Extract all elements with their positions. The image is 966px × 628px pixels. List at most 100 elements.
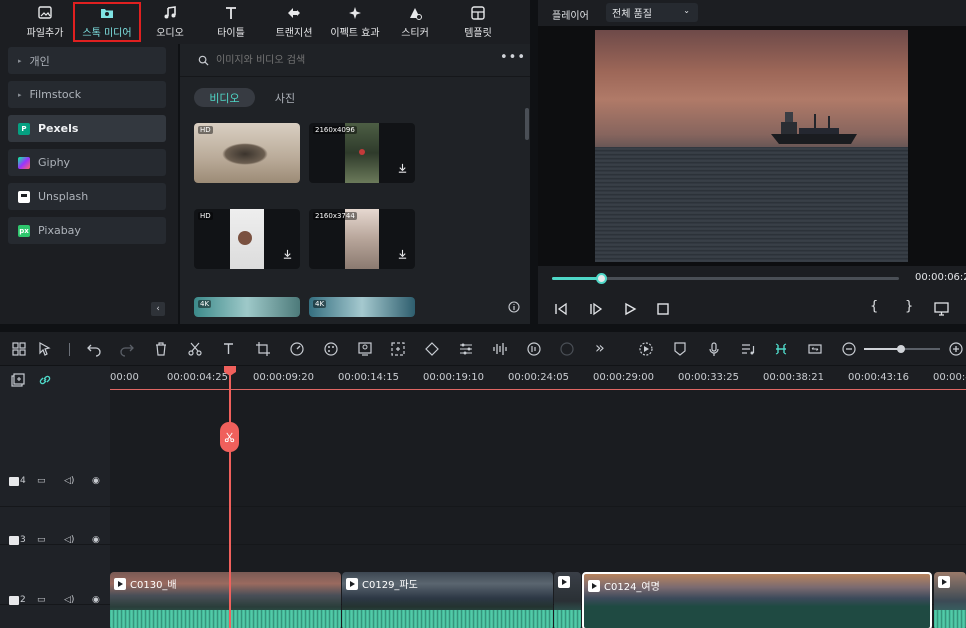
download-icon[interactable] <box>397 249 408 260</box>
stop-icon[interactable] <box>656 302 670 316</box>
step-back-icon[interactable] <box>554 302 568 316</box>
timeline-clip[interactable]: C0129_파도 <box>342 572 553 628</box>
ship-silhouette-icon <box>771 112 857 144</box>
adjust-sliders-icon[interactable] <box>458 341 474 357</box>
thumbnail-shell-shape <box>222 143 268 165</box>
tab-video[interactable]: 비디오 <box>194 88 255 107</box>
zoom-slider-track[interactable] <box>864 345 940 353</box>
toolbar-import-button[interactable]: 파일추가 <box>20 2 70 42</box>
collapse-sidebar-button[interactable]: ‹ <box>151 302 165 316</box>
eye-icon[interactable]: ◉ <box>92 535 100 545</box>
playhead-line[interactable] <box>229 370 231 628</box>
music-list-icon[interactable] <box>740 341 756 357</box>
crop-icon[interactable] <box>255 341 271 357</box>
ruler-label: 00:00:38:21 <box>763 372 825 383</box>
link-icon[interactable] <box>38 373 52 387</box>
media-thumbnail[interactable]: HD <box>194 209 300 269</box>
audio-sync-icon[interactable] <box>526 341 542 357</box>
sidebar-item-label: Pixabay <box>38 224 81 237</box>
folder-icon[interactable]: ▭ <box>37 476 46 486</box>
toolbar-transition-button[interactable]: 트랜지션 <box>266 2 322 42</box>
audio-waveform-icon[interactable] <box>492 341 508 357</box>
eye-icon[interactable]: ◉ <box>92 476 100 486</box>
more-options-button[interactable]: ••• <box>500 50 526 65</box>
folder-icon[interactable]: ▭ <box>37 595 46 605</box>
speaker-icon[interactable]: ◁) <box>64 476 74 486</box>
toolbar-effects-button[interactable]: 이펙트 효과 <box>324 2 386 42</box>
media-thumbnail[interactable]: 2160x4096 <box>309 123 415 183</box>
magnet-snap-icon[interactable] <box>773 341 789 357</box>
sidebar-item-personal[interactable]: ▸ 개인 <box>8 47 166 74</box>
media-thumbnail[interactable]: 4K <box>194 297 300 317</box>
ruler-label: 00:00:24:05 <box>508 372 570 383</box>
video-track-label: 2 <box>9 595 26 605</box>
add-track-icon[interactable] <box>11 373 25 387</box>
speaker-icon[interactable]: ◁) <box>64 535 74 545</box>
playhead-split-button[interactable] <box>220 422 239 452</box>
zoom-slider-knob[interactable] <box>897 345 905 353</box>
toolbar-title-button[interactable]: 타이틀 <box>206 2 256 42</box>
toolbar-template-button[interactable]: 템플릿 <box>454 2 502 42</box>
delete-icon[interactable] <box>153 341 169 357</box>
mark-in-icon[interactable]: { <box>870 299 878 314</box>
sidebar-item-pixabay[interactable]: px Pixabay <box>8 217 166 244</box>
info-icon[interactable] <box>508 301 520 313</box>
media-search-input[interactable] <box>216 51 486 69</box>
step-forward-icon[interactable] <box>589 302 603 316</box>
timeline-clip[interactable] <box>934 572 966 628</box>
more-tools-icon[interactable]: » <box>595 338 611 357</box>
ai-portrait-icon[interactable] <box>357 341 373 357</box>
download-icon[interactable] <box>397 163 408 174</box>
color-palette-icon[interactable] <box>323 341 339 357</box>
speed-icon[interactable] <box>289 341 305 357</box>
quality-select[interactable]: 전체 품질 ⌄ <box>606 3 698 22</box>
sidebar-item-unsplash[interactable]: Unsplash <box>8 183 166 210</box>
eye-icon[interactable]: ◉ <box>92 595 100 605</box>
playback-scrubber[interactable] <box>595 273 607 284</box>
sidebar-item-pexels[interactable]: P Pexels <box>8 115 166 142</box>
caret-right-icon: ▸ <box>18 90 22 99</box>
mark-out-icon[interactable]: } <box>905 299 913 314</box>
layout-grid-icon[interactable] <box>11 341 27 357</box>
undo-icon[interactable] <box>86 341 102 357</box>
sidebar-item-label: Unsplash <box>38 190 89 203</box>
zoom-in-icon[interactable] <box>948 341 964 357</box>
timeline-clip-selected[interactable]: C0124_여명 <box>582 572 932 628</box>
toolbar-audio-button[interactable]: 오디오 <box>148 2 192 42</box>
media-scrollbar[interactable] <box>525 108 529 140</box>
toolbar-template-label: 템플릿 <box>464 28 492 39</box>
select-cursor-icon[interactable] <box>37 341 53 357</box>
microphone-icon[interactable] <box>706 341 722 357</box>
display-settings-icon[interactable] <box>934 302 949 316</box>
media-thumbnail[interactable]: HD <box>194 123 300 183</box>
sidebar-item-filmstock[interactable]: ▸ Filmstock <box>8 81 166 108</box>
timeline-clip[interactable]: C0130_배 <box>110 572 341 628</box>
fit-timeline-icon[interactable] <box>807 341 823 357</box>
text-icon[interactable] <box>221 341 237 357</box>
video-frame <box>595 30 908 262</box>
media-thumbnail[interactable]: 2160x3744 <box>309 209 415 269</box>
auto-reframe-icon[interactable] <box>390 341 406 357</box>
zoom-out-icon[interactable] <box>841 341 857 357</box>
marker-shield-icon[interactable] <box>672 341 688 357</box>
redo-icon[interactable] <box>119 341 135 357</box>
media-thumbnail[interactable]: 4K <box>309 297 415 317</box>
scissors-icon[interactable] <box>187 341 203 357</box>
speaker-icon[interactable]: ◁) <box>64 595 74 605</box>
play-icon[interactable] <box>623 302 637 316</box>
timeline-clip[interactable] <box>554 572 581 628</box>
playback-time: 00:00:06:2 <box>915 272 966 283</box>
sidebar-item-giphy[interactable]: Giphy <box>8 149 166 176</box>
toolbar-audio-label: 오디오 <box>156 28 184 39</box>
render-preview-icon[interactable] <box>638 341 654 357</box>
playback-progress-fill <box>552 277 601 280</box>
folder-icon[interactable]: ▭ <box>37 535 46 545</box>
download-icon[interactable] <box>282 249 293 260</box>
clip-name: C0130_배 <box>130 580 177 591</box>
thumbnail-resolution-badge: HD <box>198 126 213 134</box>
tab-photo[interactable]: 사진 <box>260 88 310 107</box>
playback-progress-track[interactable] <box>552 273 899 284</box>
keyframe-icon[interactable] <box>424 341 440 357</box>
toolbar-sticker-button[interactable]: 스티커 <box>392 2 438 42</box>
toolbar-stock-media-button[interactable]: 스톡 미디어 <box>73 2 141 42</box>
